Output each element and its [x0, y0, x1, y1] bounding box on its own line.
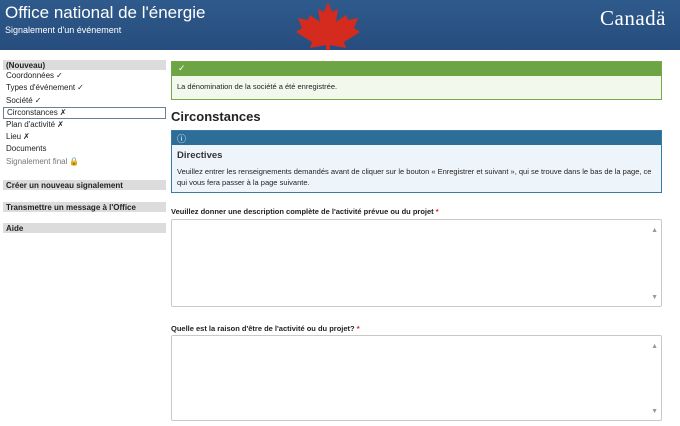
question-label: Quelle est la raison d'être de l'activit… [171, 324, 360, 333]
sidebar-item-label: Coordonnées [6, 71, 55, 80]
check-icon: ✓ [77, 83, 84, 93]
sidebar-item-label: Signalement final [6, 156, 68, 166]
send-message-link[interactable]: Transmettre un message à l'Office [3, 202, 166, 212]
maple-leaf-icon [296, 2, 360, 50]
sidebar-item-types-evenement[interactable]: Types d'événement ✓ [3, 82, 166, 94]
sidebar-item-lieu[interactable]: Lieu ✗ [3, 131, 166, 143]
sidebar-group-create: Créer un nouveau signalement [3, 180, 166, 190]
description-textarea[interactable]: ▲ ▼ [171, 219, 662, 307]
success-alert-bar: ✓ [172, 62, 661, 76]
info-alert-body: Directives Veuillez entrer les renseigne… [172, 145, 661, 192]
scroll-up-icon[interactable]: ▲ [651, 343, 658, 350]
sidebar-item-label: Types d'événement [6, 83, 76, 93]
scroll-down-icon[interactable]: ▼ [651, 294, 658, 301]
page-title: Circonstances [171, 109, 261, 124]
sidebar-group-help: Aide [3, 223, 166, 233]
purpose-textarea[interactable]: ▲ ▼ [171, 335, 662, 421]
question-label: Veuillez donner une description complète… [171, 207, 439, 216]
scroll-down-icon[interactable]: ▼ [651, 408, 658, 415]
create-new-report-link[interactable]: Créer un nouveau signalement [3, 180, 166, 190]
sidebar-item-societe[interactable]: Société ✓ [3, 95, 166, 107]
sidebar-item-plan-activite[interactable]: Plan d'activité ✗ [3, 119, 166, 131]
canada-wordmark: Canadä [600, 6, 666, 30]
sidebar-item-label: Société [6, 95, 33, 105]
sidebar-item-label: Circonstances [7, 107, 58, 117]
app-subtitle: Signalement d'un événement [5, 25, 122, 35]
directives-heading: Directives [177, 150, 223, 161]
site-header: Office national de l'énergie Signalement… [0, 0, 680, 50]
cross-icon: ✗ [57, 119, 64, 129]
sidebar-item-signalement-final: Signalement final 🔒 [3, 156, 166, 168]
info-alert: ⓘ Directives Veuillez entrer les renseig… [171, 130, 662, 193]
sidebar-item-documents[interactable]: Documents [3, 143, 166, 155]
sidebar-group-message: Transmettre un message à l'Office [3, 202, 166, 212]
sidebar-nav: (Nouveau) Coordonnées ✓ Types d'événement… [3, 60, 166, 233]
org-title: Office national de l'énergie [5, 3, 206, 22]
sidebar-item-label: Plan d'activité [6, 119, 56, 129]
help-link[interactable]: Aide [3, 223, 166, 233]
success-alert: ✓ La dénomination de la société a été en… [171, 61, 662, 100]
success-message: La dénomination de la société a été enre… [172, 76, 661, 99]
sidebar-item-coordonnees[interactable]: Coordonnées ✓ [3, 70, 166, 82]
lock-icon: 🔒 [69, 156, 80, 166]
info-alert-bar: ⓘ [172, 131, 661, 145]
success-icon: ✓ [178, 63, 186, 73]
sidebar-item-label: Lieu [6, 132, 22, 142]
question-text: Quelle est la raison d'être de l'activit… [171, 324, 355, 333]
sidebar-item-circonstances[interactable]: Circonstances ✗ [3, 106, 166, 119]
check-icon: ✓ [56, 71, 63, 80]
required-marker: * [356, 324, 360, 333]
check-icon: ✓ [34, 95, 42, 105]
directives-text: Veuillez entrer les renseignements deman… [177, 167, 652, 187]
sidebar-section-new: (Nouveau) [3, 60, 166, 70]
cross-icon: ✗ [23, 132, 30, 142]
required-marker: * [435, 207, 439, 216]
main-content: ✓ La dénomination de la société a été en… [171, 61, 662, 421]
cross-icon: ✗ [59, 107, 67, 117]
info-icon: ⓘ [177, 134, 187, 144]
scroll-up-icon[interactable]: ▲ [651, 227, 658, 234]
sidebar-item-label: Documents [6, 144, 47, 154]
question-text: Veuillez donner une description complète… [171, 207, 434, 216]
